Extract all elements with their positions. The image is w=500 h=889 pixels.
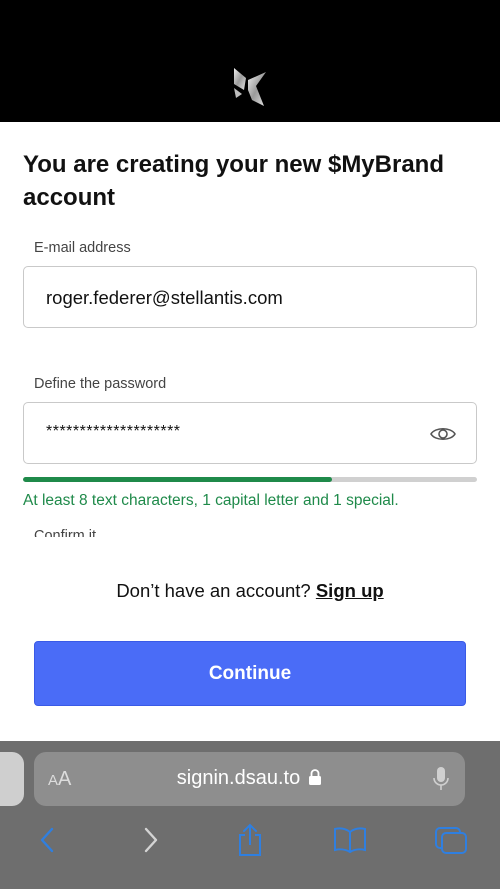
continue-button[interactable]: Continue <box>34 641 466 706</box>
email-value: roger.federer@stellantis.com <box>46 287 283 308</box>
signup-prompt: Don’t have an account? <box>116 580 311 601</box>
browser-toolbar: AA signin.dsau.to <box>0 741 500 889</box>
ds-logo-icon <box>234 68 266 106</box>
microphone-icon[interactable] <box>433 766 449 792</box>
page-title: You are creating your new $MyBrand accou… <box>23 151 444 211</box>
address-bar[interactable]: AA signin.dsau.to <box>34 752 465 806</box>
eye-icon[interactable] <box>430 424 456 444</box>
url-text: signin.dsau.to <box>176 767 301 789</box>
share-icon <box>239 823 261 856</box>
header-bar <box>0 0 500 122</box>
signup-link[interactable]: Sign up <box>316 580 384 601</box>
tabs-icon <box>435 827 467 854</box>
password-field[interactable]: ******************** <box>23 402 477 464</box>
forward-button[interactable] <box>134 823 168 857</box>
email-label: E-mail address <box>34 240 131 256</box>
confirm-section: Confirm it <box>23 526 223 537</box>
password-hint: At least 8 text characters, 1 capital le… <box>23 492 399 509</box>
confirm-label: Confirm it <box>34 528 97 537</box>
url-display[interactable]: signin.dsau.to <box>34 767 465 790</box>
bookmarks-button[interactable] <box>333 823 367 857</box>
email-field[interactable]: roger.federer@stellantis.com <box>23 266 477 328</box>
password-label: Define the password <box>34 376 167 392</box>
password-value: ******************** <box>46 423 181 440</box>
password-strength-fill <box>23 477 332 482</box>
tabs-button[interactable] <box>434 823 468 857</box>
password-strength-meter <box>23 477 477 482</box>
previous-tab-peek[interactable] <box>0 752 24 806</box>
forward-icon <box>144 827 158 853</box>
bookmarks-icon <box>334 827 366 854</box>
signup-row: Don’t have an account? Sign up <box>0 580 500 602</box>
lock-icon <box>309 769 322 785</box>
back-button[interactable] <box>30 823 64 857</box>
back-icon <box>40 827 54 853</box>
share-button[interactable] <box>233 823 267 857</box>
